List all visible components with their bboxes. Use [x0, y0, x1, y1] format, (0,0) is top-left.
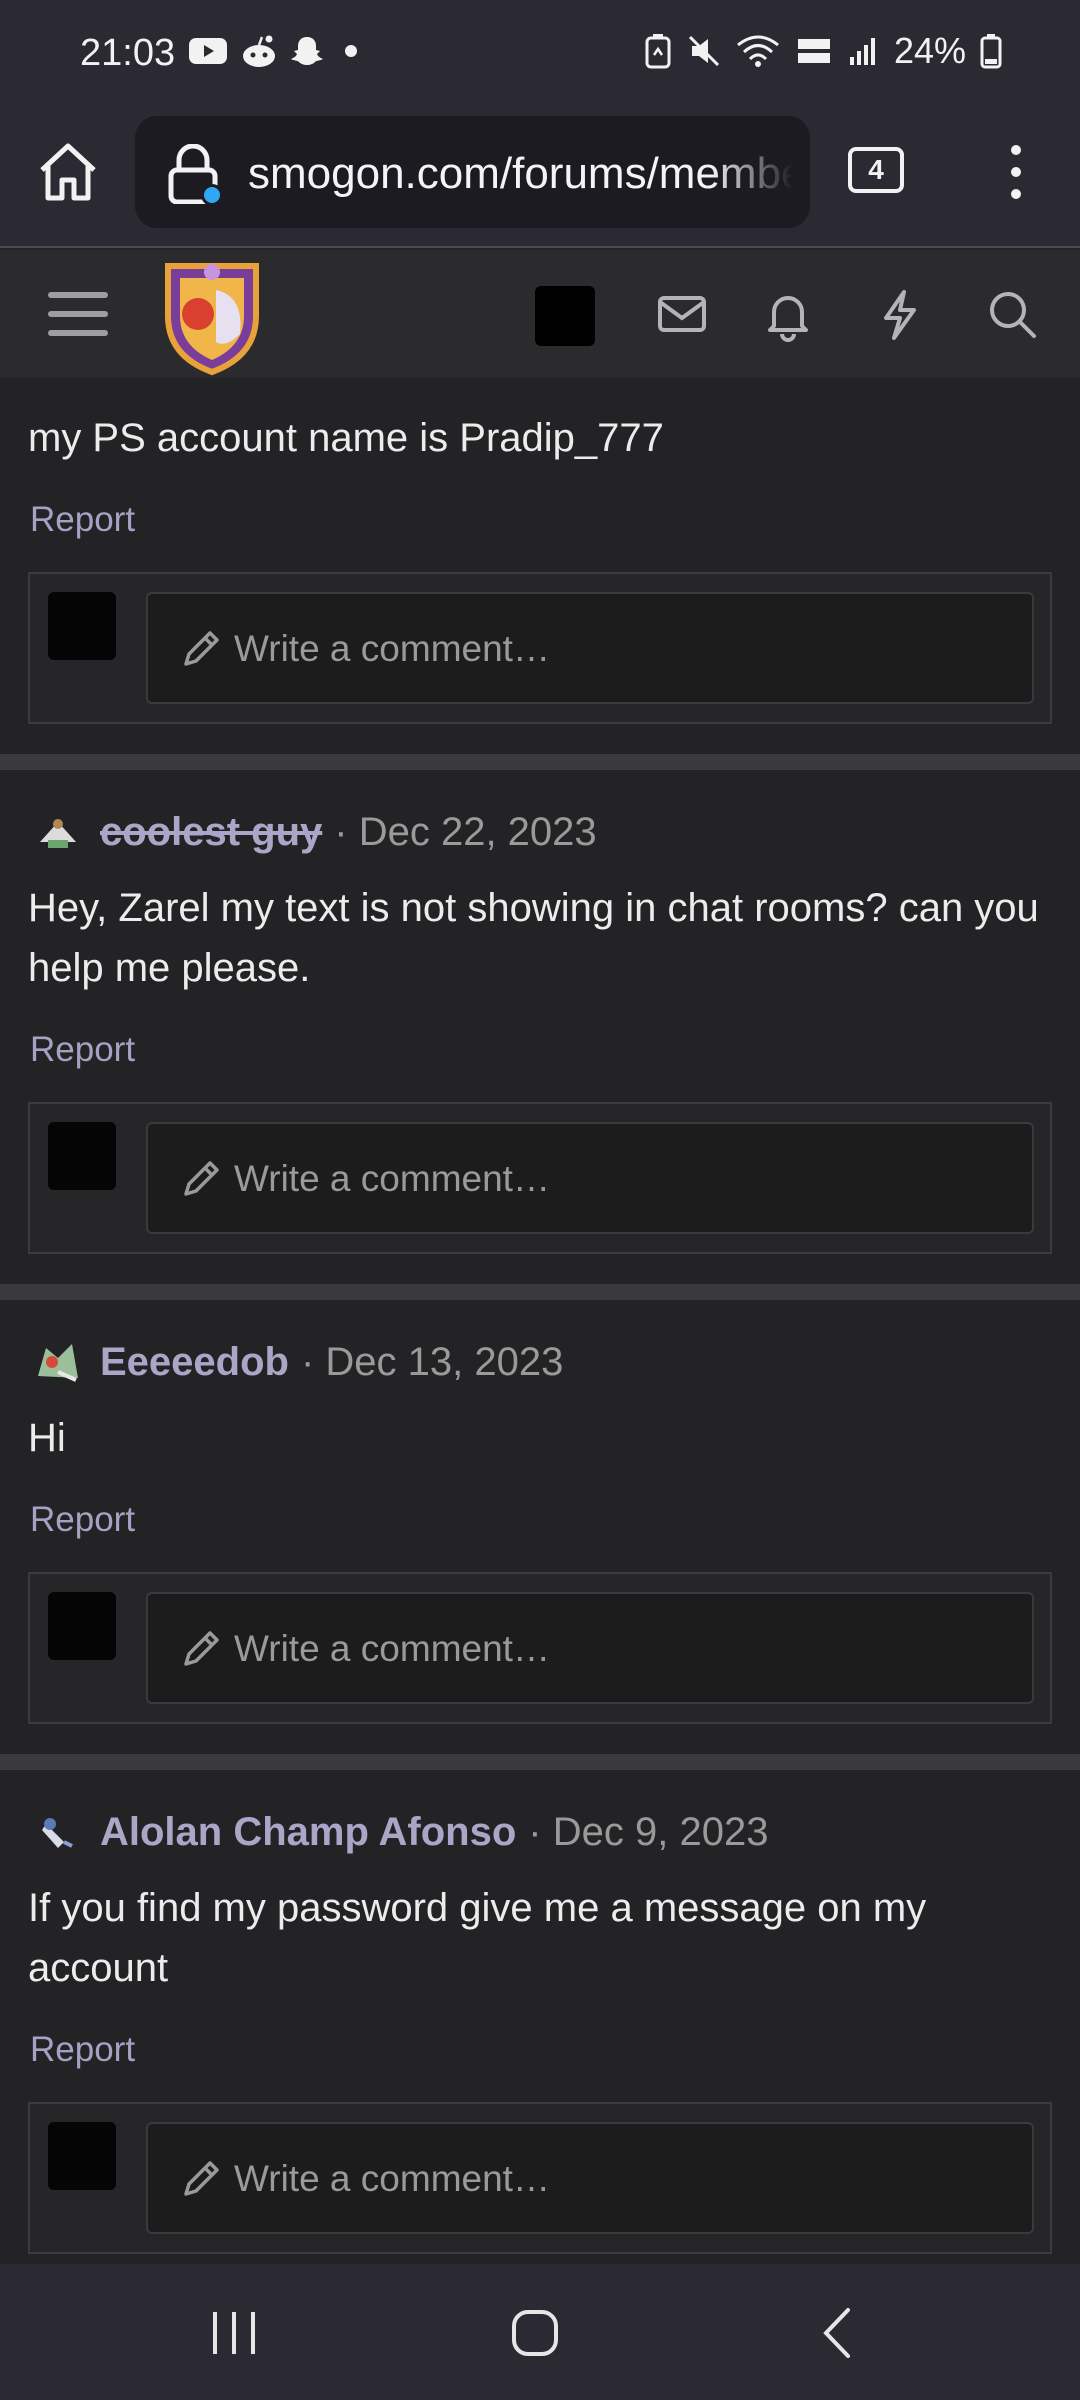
screen: 21:03 24% smogon.com/forums/members 4 my…	[0, 0, 1080, 2400]
address-bar[interactable]: smogon.com/forums/members	[135, 116, 810, 228]
user-avatar-sprite[interactable]	[28, 1802, 88, 1862]
pencil-icon	[184, 1631, 219, 1666]
status-bar: 21:03 24%	[0, 0, 1080, 110]
report-link[interactable]: Report	[30, 500, 135, 540]
post-meta: coolest guy · Dec 22, 2023	[28, 802, 597, 862]
tabs-counter-button[interactable]: 4	[848, 147, 904, 193]
notification-icons	[188, 34, 366, 68]
mail-icon[interactable]	[654, 286, 710, 342]
security-dot	[201, 184, 223, 206]
username[interactable]: Alolan Champ Afonso	[100, 1810, 516, 1855]
pencil-icon	[184, 2161, 219, 2196]
battery-percent: 24%	[893, 30, 966, 71]
comment-block: Write a comment…	[28, 572, 1052, 724]
volte-icon	[797, 39, 830, 63]
menu-icon[interactable]	[48, 288, 108, 340]
avatar	[48, 1122, 116, 1190]
search-icon[interactable]	[984, 286, 1040, 342]
back-icon[interactable]	[804, 2298, 874, 2368]
site-logo[interactable]	[160, 256, 264, 376]
signal-icon	[849, 38, 875, 65]
user-avatar-sprite[interactable]	[28, 802, 88, 862]
comment-block: Write a comment…	[28, 2102, 1052, 2254]
browser-toolbar: smogon.com/forums/members 4	[0, 110, 1080, 248]
pencil-icon	[184, 1161, 219, 1196]
comment-input[interactable]: Write a comment…	[146, 592, 1034, 704]
username[interactable]: Eeeeedob	[100, 1340, 289, 1385]
post-meta: Eeeeedob · Dec 13, 2023	[28, 1332, 563, 1392]
post-date[interactable]: · Dec 13, 2023	[301, 1340, 563, 1385]
comment-input[interactable]: Write a comment…	[146, 1592, 1034, 1704]
youtube-icon	[189, 38, 227, 64]
system-nav-bar	[0, 2264, 1080, 2400]
comment-placeholder: Write a comment…	[234, 1628, 550, 1669]
system-icons: 24%	[644, 30, 1002, 72]
bolt-icon[interactable]	[872, 286, 928, 342]
pencil-icon	[184, 631, 219, 666]
comment-block: Write a comment…	[28, 1572, 1052, 1724]
post-meta: Alolan Champ Afonso · Dec 9, 2023	[28, 1802, 768, 1862]
comment-placeholder: Write a comment…	[234, 1158, 550, 1199]
comment-placeholder: Write a comment…	[234, 2158, 550, 2199]
post-date[interactable]: · Dec 9, 2023	[528, 1810, 768, 1855]
mute-icon	[688, 35, 719, 67]
avatar	[48, 592, 116, 660]
site-header	[0, 250, 1080, 378]
username[interactable]: coolest guy	[100, 810, 322, 855]
snapchat-icon	[291, 37, 323, 65]
post-text: Hey, Zarel my text is not showing in cha…	[28, 886, 1039, 990]
bell-icon[interactable]	[760, 286, 816, 342]
post-text: my PS account name is Pradip_777	[28, 416, 664, 460]
account-avatar[interactable]	[535, 286, 595, 346]
user-avatar-sprite[interactable]	[28, 1332, 88, 1392]
report-link[interactable]: Report	[30, 1500, 135, 1540]
url-text[interactable]: smogon.com/forums/members	[248, 149, 793, 199]
status-time: 21:03	[80, 32, 176, 74]
avatar	[48, 1592, 116, 1660]
overflow-menu-icon[interactable]	[996, 140, 1036, 204]
comment-placeholder: Write a comment…	[234, 628, 550, 669]
post-separator	[0, 1754, 1080, 1770]
post-separator	[0, 754, 1080, 770]
post-text: If you find my password give me a messag…	[28, 1886, 927, 1990]
recents-icon[interactable]	[199, 2298, 269, 2368]
home-icon[interactable]	[34, 138, 102, 206]
dot-icon	[345, 45, 357, 57]
battery-saver-icon	[645, 34, 671, 69]
wifi-icon	[737, 35, 779, 67]
post-date[interactable]: · Dec 22, 2023	[334, 810, 596, 855]
battery-icon	[980, 34, 1002, 69]
comment-input[interactable]: Write a comment…	[146, 1122, 1034, 1234]
report-link[interactable]: Report	[30, 2030, 135, 2070]
home-nav-icon[interactable]	[500, 2298, 570, 2368]
post-separator	[0, 1284, 1080, 1300]
reddit-icon	[243, 35, 275, 67]
report-link[interactable]: Report	[30, 1030, 135, 1070]
comment-input[interactable]: Write a comment…	[146, 2122, 1034, 2234]
comment-block: Write a comment…	[28, 1102, 1052, 1254]
avatar	[48, 2122, 116, 2190]
post-text: Hi	[28, 1416, 66, 1460]
